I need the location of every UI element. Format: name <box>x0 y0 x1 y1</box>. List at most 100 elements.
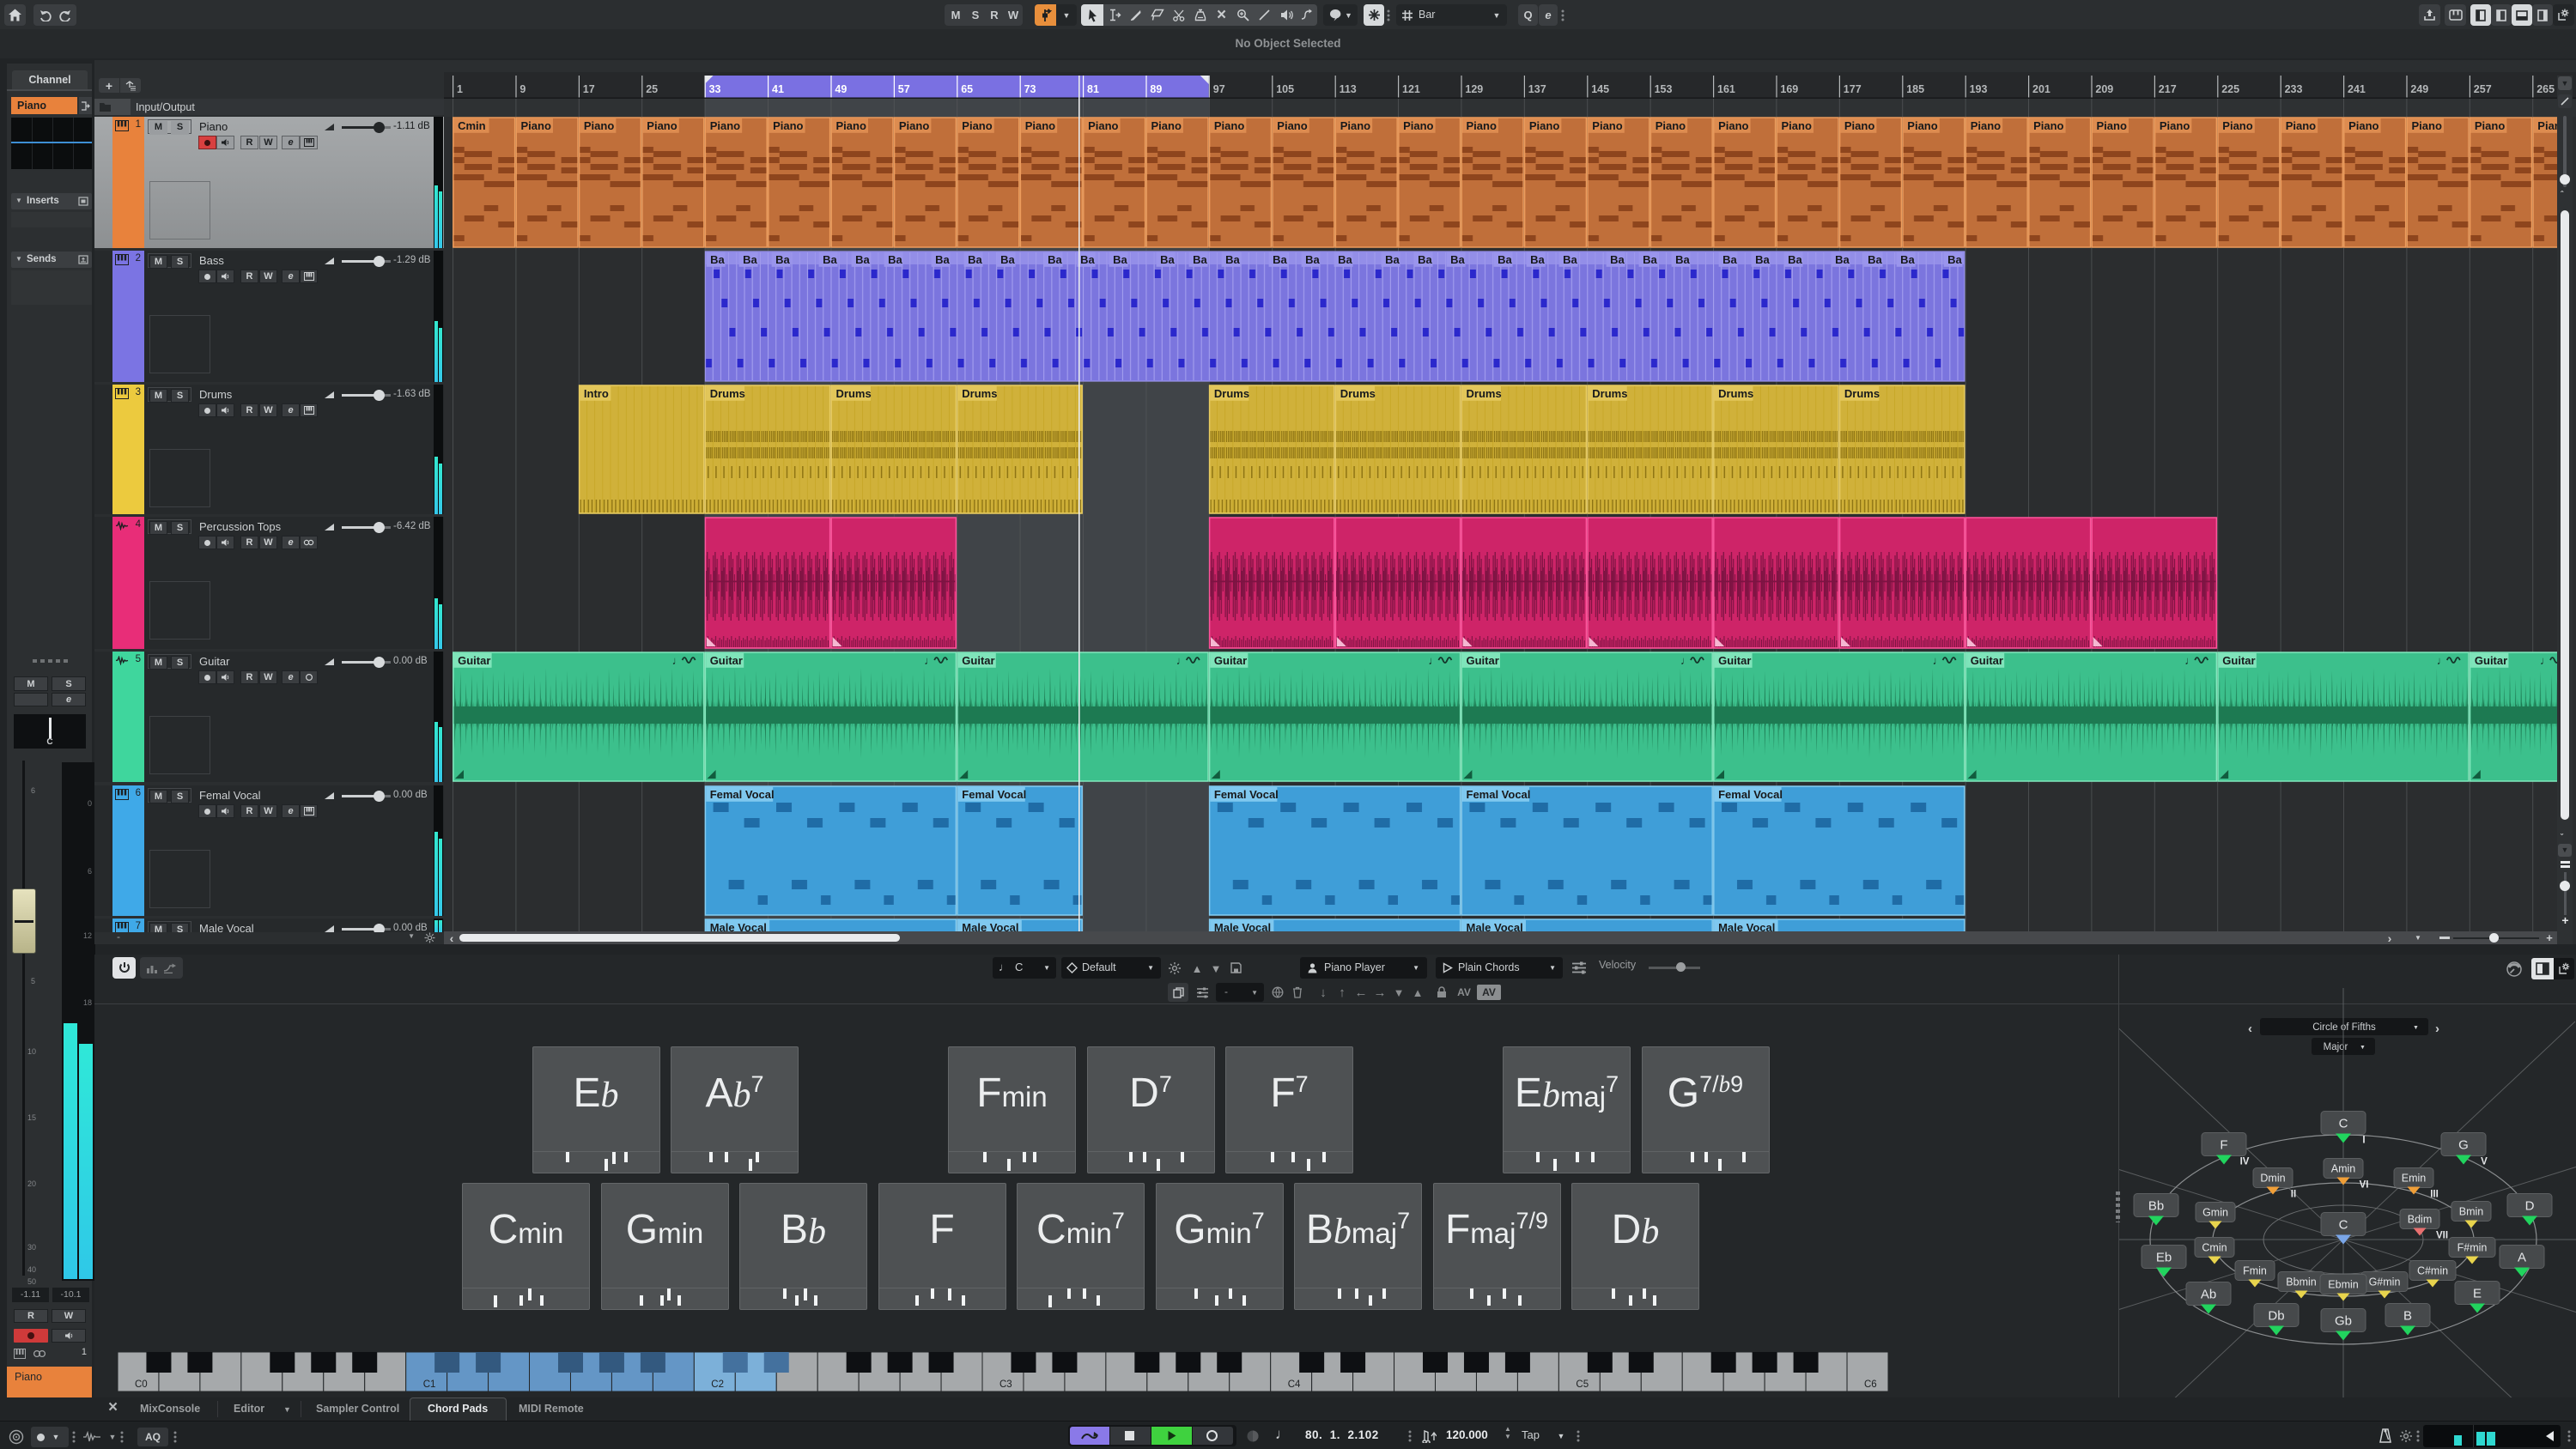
svg-text:17: 17 <box>583 83 595 95</box>
svg-text:185: 185 <box>1906 83 1924 95</box>
svg-text:Intro: Intro <box>584 387 609 400</box>
svg-text:Cmin: Cmin <box>2202 1242 2227 1254</box>
svg-text:Piano: Piano <box>1782 119 1812 132</box>
svg-text:Gb: Gb <box>2335 1313 2352 1328</box>
svg-text:Drums: Drums <box>836 387 872 400</box>
svg-text:›: › <box>2435 1022 2439 1036</box>
svg-text:Femal Vocal: Femal Vocal <box>962 788 1026 801</box>
svg-text:Ba: Ba <box>1722 253 1737 266</box>
svg-text:Ba: Ba <box>823 253 837 266</box>
svg-text:Ba: Ba <box>1000 253 1015 266</box>
svg-text:Piano: Piano <box>1277 119 1307 132</box>
svg-text:Piano: Piano <box>1151 119 1182 132</box>
svg-text:Ba: Ba <box>1610 253 1625 266</box>
svg-text:1: 1 <box>457 83 463 95</box>
svg-text:G#min: G#min <box>2369 1276 2401 1288</box>
svg-text:Piano: Piano <box>1656 119 1686 132</box>
svg-text:217: 217 <box>2159 83 2177 95</box>
svg-text:Guitar: Guitar <box>1718 654 1751 667</box>
svg-text:105: 105 <box>1276 83 1294 95</box>
svg-text:Piano: Piano <box>2348 119 2379 132</box>
svg-text:Piano: Piano <box>2286 119 2316 132</box>
svg-text:Guitar: Guitar <box>2475 654 2507 667</box>
svg-text:Dmin: Dmin <box>2260 1173 2285 1185</box>
svg-text:Piano: Piano <box>773 119 803 132</box>
svg-text:Ba: Ba <box>968 253 982 266</box>
svg-text:Femal Vocal: Femal Vocal <box>1467 788 1531 801</box>
svg-text:81: 81 <box>1087 83 1099 95</box>
svg-text:Gmin: Gmin <box>2202 1207 2228 1219</box>
svg-text:Ab: Ab <box>2201 1287 2216 1301</box>
svg-text:Piano: Piano <box>710 119 740 132</box>
svg-text:Ba: Ba <box>1225 253 1240 266</box>
svg-text:153: 153 <box>1655 83 1673 95</box>
svg-text:33: 33 <box>709 83 721 95</box>
svg-text:Guitar: Guitar <box>458 654 490 667</box>
svg-text:♩: ♩ <box>1428 654 1439 667</box>
svg-text:161: 161 <box>1717 83 1735 95</box>
svg-text:Ba: Ba <box>1418 253 1432 266</box>
svg-text:177: 177 <box>1844 83 1862 95</box>
svg-text:Eb: Eb <box>2156 1250 2172 1264</box>
svg-text:Ba: Ba <box>1643 253 1657 266</box>
svg-text:89: 89 <box>1150 83 1162 95</box>
svg-text:Ba: Ba <box>1338 253 1352 266</box>
svg-text:233: 233 <box>2285 83 2303 95</box>
svg-text:Bbmin: Bbmin <box>2286 1276 2316 1288</box>
svg-text:193: 193 <box>1970 83 1988 95</box>
svg-text:Drums: Drums <box>1214 387 1249 400</box>
svg-text:225: 225 <box>2221 83 2239 95</box>
svg-text:Drums: Drums <box>1592 387 1627 400</box>
svg-text:Piano: Piano <box>1403 119 1433 132</box>
svg-text:♩: ♩ <box>2184 654 2196 667</box>
svg-text:Piano: Piano <box>2033 119 2063 132</box>
svg-text:Femal Vocal: Femal Vocal <box>1718 788 1783 801</box>
svg-text:Ba: Ba <box>1193 253 1207 266</box>
svg-text:C#min: C#min <box>2417 1265 2448 1277</box>
svg-text:IV: IV <box>2240 1157 2250 1167</box>
svg-text:Ba: Ba <box>1530 253 1545 266</box>
svg-text:B: B <box>2403 1308 2412 1323</box>
svg-text:Ba: Ba <box>1900 253 1915 266</box>
svg-text:Piano: Piano <box>647 119 677 132</box>
svg-text:♩: ♩ <box>1933 654 1944 667</box>
svg-text:Piano: Piano <box>2475 119 2505 132</box>
svg-text:Ba: Ba <box>1755 253 1770 266</box>
svg-text:Drums: Drums <box>710 387 745 400</box>
svg-text:Ba: Ba <box>743 253 757 266</box>
svg-text:♩: ♩ <box>1176 654 1188 667</box>
svg-text:Ba: Ba <box>1788 253 1802 266</box>
svg-text:137: 137 <box>1528 83 1546 95</box>
svg-text:Cmin: Cmin <box>458 119 486 132</box>
svg-text:Fmin: Fmin <box>2243 1265 2267 1277</box>
svg-text:Piano: Piano <box>2160 119 2190 132</box>
svg-text:Piano: Piano <box>1592 119 1622 132</box>
svg-text:Drums: Drums <box>1718 387 1753 400</box>
svg-text:Piano: Piano <box>1214 119 1244 132</box>
svg-text:C3: C3 <box>999 1379 1012 1390</box>
svg-text:A: A <box>2518 1250 2526 1264</box>
svg-text:Piano: Piano <box>2222 119 2252 132</box>
svg-text:C6: C6 <box>1864 1379 1877 1390</box>
svg-text:F#min: F#min <box>2458 1242 2488 1254</box>
svg-text:Ba: Ba <box>1113 253 1127 266</box>
svg-text:209: 209 <box>2095 83 2113 95</box>
svg-text:Ba: Ba <box>1563 253 1577 266</box>
svg-text:9: 9 <box>519 83 526 95</box>
svg-text:Guitar: Guitar <box>1467 654 1499 667</box>
svg-text:145: 145 <box>1591 83 1609 95</box>
svg-text:Piano: Piano <box>899 119 929 132</box>
svg-text:III: III <box>2430 1190 2439 1200</box>
svg-text:I: I <box>2362 1136 2365 1146</box>
svg-text:VII: VII <box>2436 1231 2448 1241</box>
svg-text:Piano: Piano <box>1529 119 1559 132</box>
svg-text:Ebmin: Ebmin <box>2328 1279 2358 1291</box>
svg-text:Piano: Piano <box>521 119 551 132</box>
svg-text:Ba: Ba <box>1385 253 1400 266</box>
svg-text:C: C <box>2339 1116 2348 1131</box>
svg-text:Ba: Ba <box>1450 253 1465 266</box>
svg-text:C4: C4 <box>1288 1379 1301 1390</box>
svg-text:Ba: Ba <box>935 253 950 266</box>
svg-text:Ba: Ba <box>1868 253 1882 266</box>
svg-text:♩: ♩ <box>924 654 935 667</box>
